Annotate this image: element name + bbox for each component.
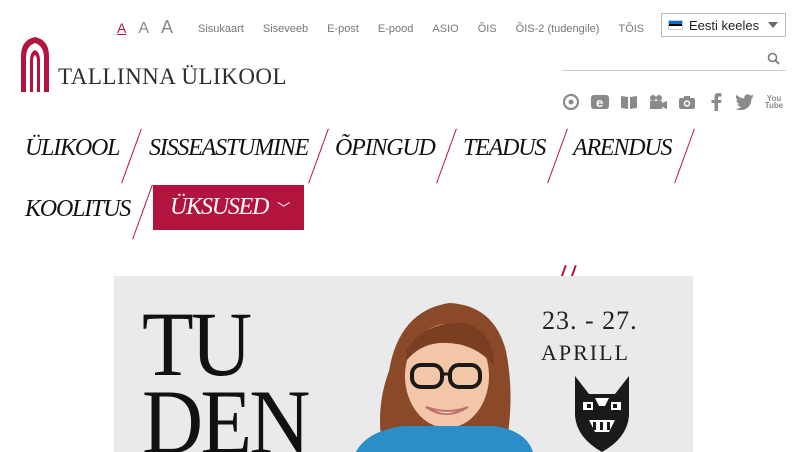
camera-icon[interactable]: [677, 92, 697, 112]
banner-text-line2: DEN: [142, 371, 310, 452]
nav-item-ulikool[interactable]: ÜLIKOOL: [25, 136, 121, 160]
language-select[interactable]: Eesti keeles: [661, 13, 786, 37]
video-camera-icon[interactable]: [648, 92, 668, 112]
nav-separator: [132, 184, 153, 240]
nav-item-sisseastumine[interactable]: SISSEASTUMINE: [149, 136, 309, 160]
search-box: [562, 47, 786, 71]
link-ois-2[interactable]: ÕIS-2 (tudengile): [516, 23, 600, 35]
search-icon[interactable]: [767, 52, 780, 65]
estonian-flag-icon: [668, 20, 683, 30]
nav-item-opingud[interactable]: ÕPINGUD: [335, 136, 436, 160]
social-icons: e You Tube: [561, 92, 784, 112]
twitter-icon[interactable]: [735, 92, 755, 112]
banner-date: 23. - 27.: [542, 306, 638, 335]
logo-text: TALLINNA ÜLIKOOL: [58, 64, 288, 89]
link-e-post[interactable]: E-post: [327, 23, 359, 35]
link-sisukaart[interactable]: Sisukaart: [198, 23, 244, 35]
language-label: Eesti keeles: [689, 17, 760, 33]
svg-text:e: e: [596, 95, 603, 110]
nav-item-uksused-label: ÜKSUSED: [170, 194, 269, 220]
nav-item-koolitus[interactable]: KOOLITUS: [25, 197, 131, 221]
font-size-large-button[interactable]: A: [161, 18, 173, 36]
nav-item-teadus[interactable]: TEADUS: [463, 136, 546, 160]
font-size-medium-button[interactable]: A: [138, 21, 149, 37]
student-photo: [355, 303, 533, 452]
search-input[interactable]: [562, 47, 752, 69]
nav-separator: [547, 128, 568, 184]
link-asio[interactable]: ASIO: [432, 23, 458, 35]
nav-separator: [674, 128, 695, 184]
university-logo[interactable]: TALLINNA ÜLIKOOL: [18, 36, 287, 92]
link-e-pood[interactable]: E-pood: [378, 23, 413, 35]
refresh-icon[interactable]: [561, 92, 581, 112]
top-links: Sisukaart Siseveeb E-post E-pood ASIO ÕI…: [198, 23, 644, 35]
arch-logo-icon: [21, 37, 49, 92]
font-size-small-button[interactable]: A: [117, 21, 126, 35]
chevron-down-icon: [768, 22, 778, 28]
nav-separator: [308, 128, 329, 184]
font-size-controls: A A A: [117, 18, 173, 37]
chevron-down-icon: ﹀: [277, 202, 290, 217]
hero-banner[interactable]: TU DEN 23. - 27. APRILL: [114, 276, 693, 452]
facebook-icon[interactable]: [706, 92, 726, 112]
youtube-icon[interactable]: You Tube: [764, 92, 784, 112]
nav-item-arendus[interactable]: ARENDUS: [573, 136, 672, 160]
nav-item-uksused[interactable]: ÜKSUSED ﹀: [153, 185, 304, 230]
link-tois[interactable]: TÕIS: [618, 23, 644, 35]
book-icon[interactable]: [619, 92, 639, 112]
link-siseveeb[interactable]: Siseveeb: [263, 23, 308, 35]
nav-separator: [121, 128, 142, 184]
wolf-emblem-icon: [575, 376, 629, 452]
nav-separator: [436, 128, 457, 184]
banner-month: APRILL: [541, 340, 630, 365]
link-ois[interactable]: ÕIS: [478, 23, 497, 35]
e-icon[interactable]: e: [590, 92, 610, 112]
